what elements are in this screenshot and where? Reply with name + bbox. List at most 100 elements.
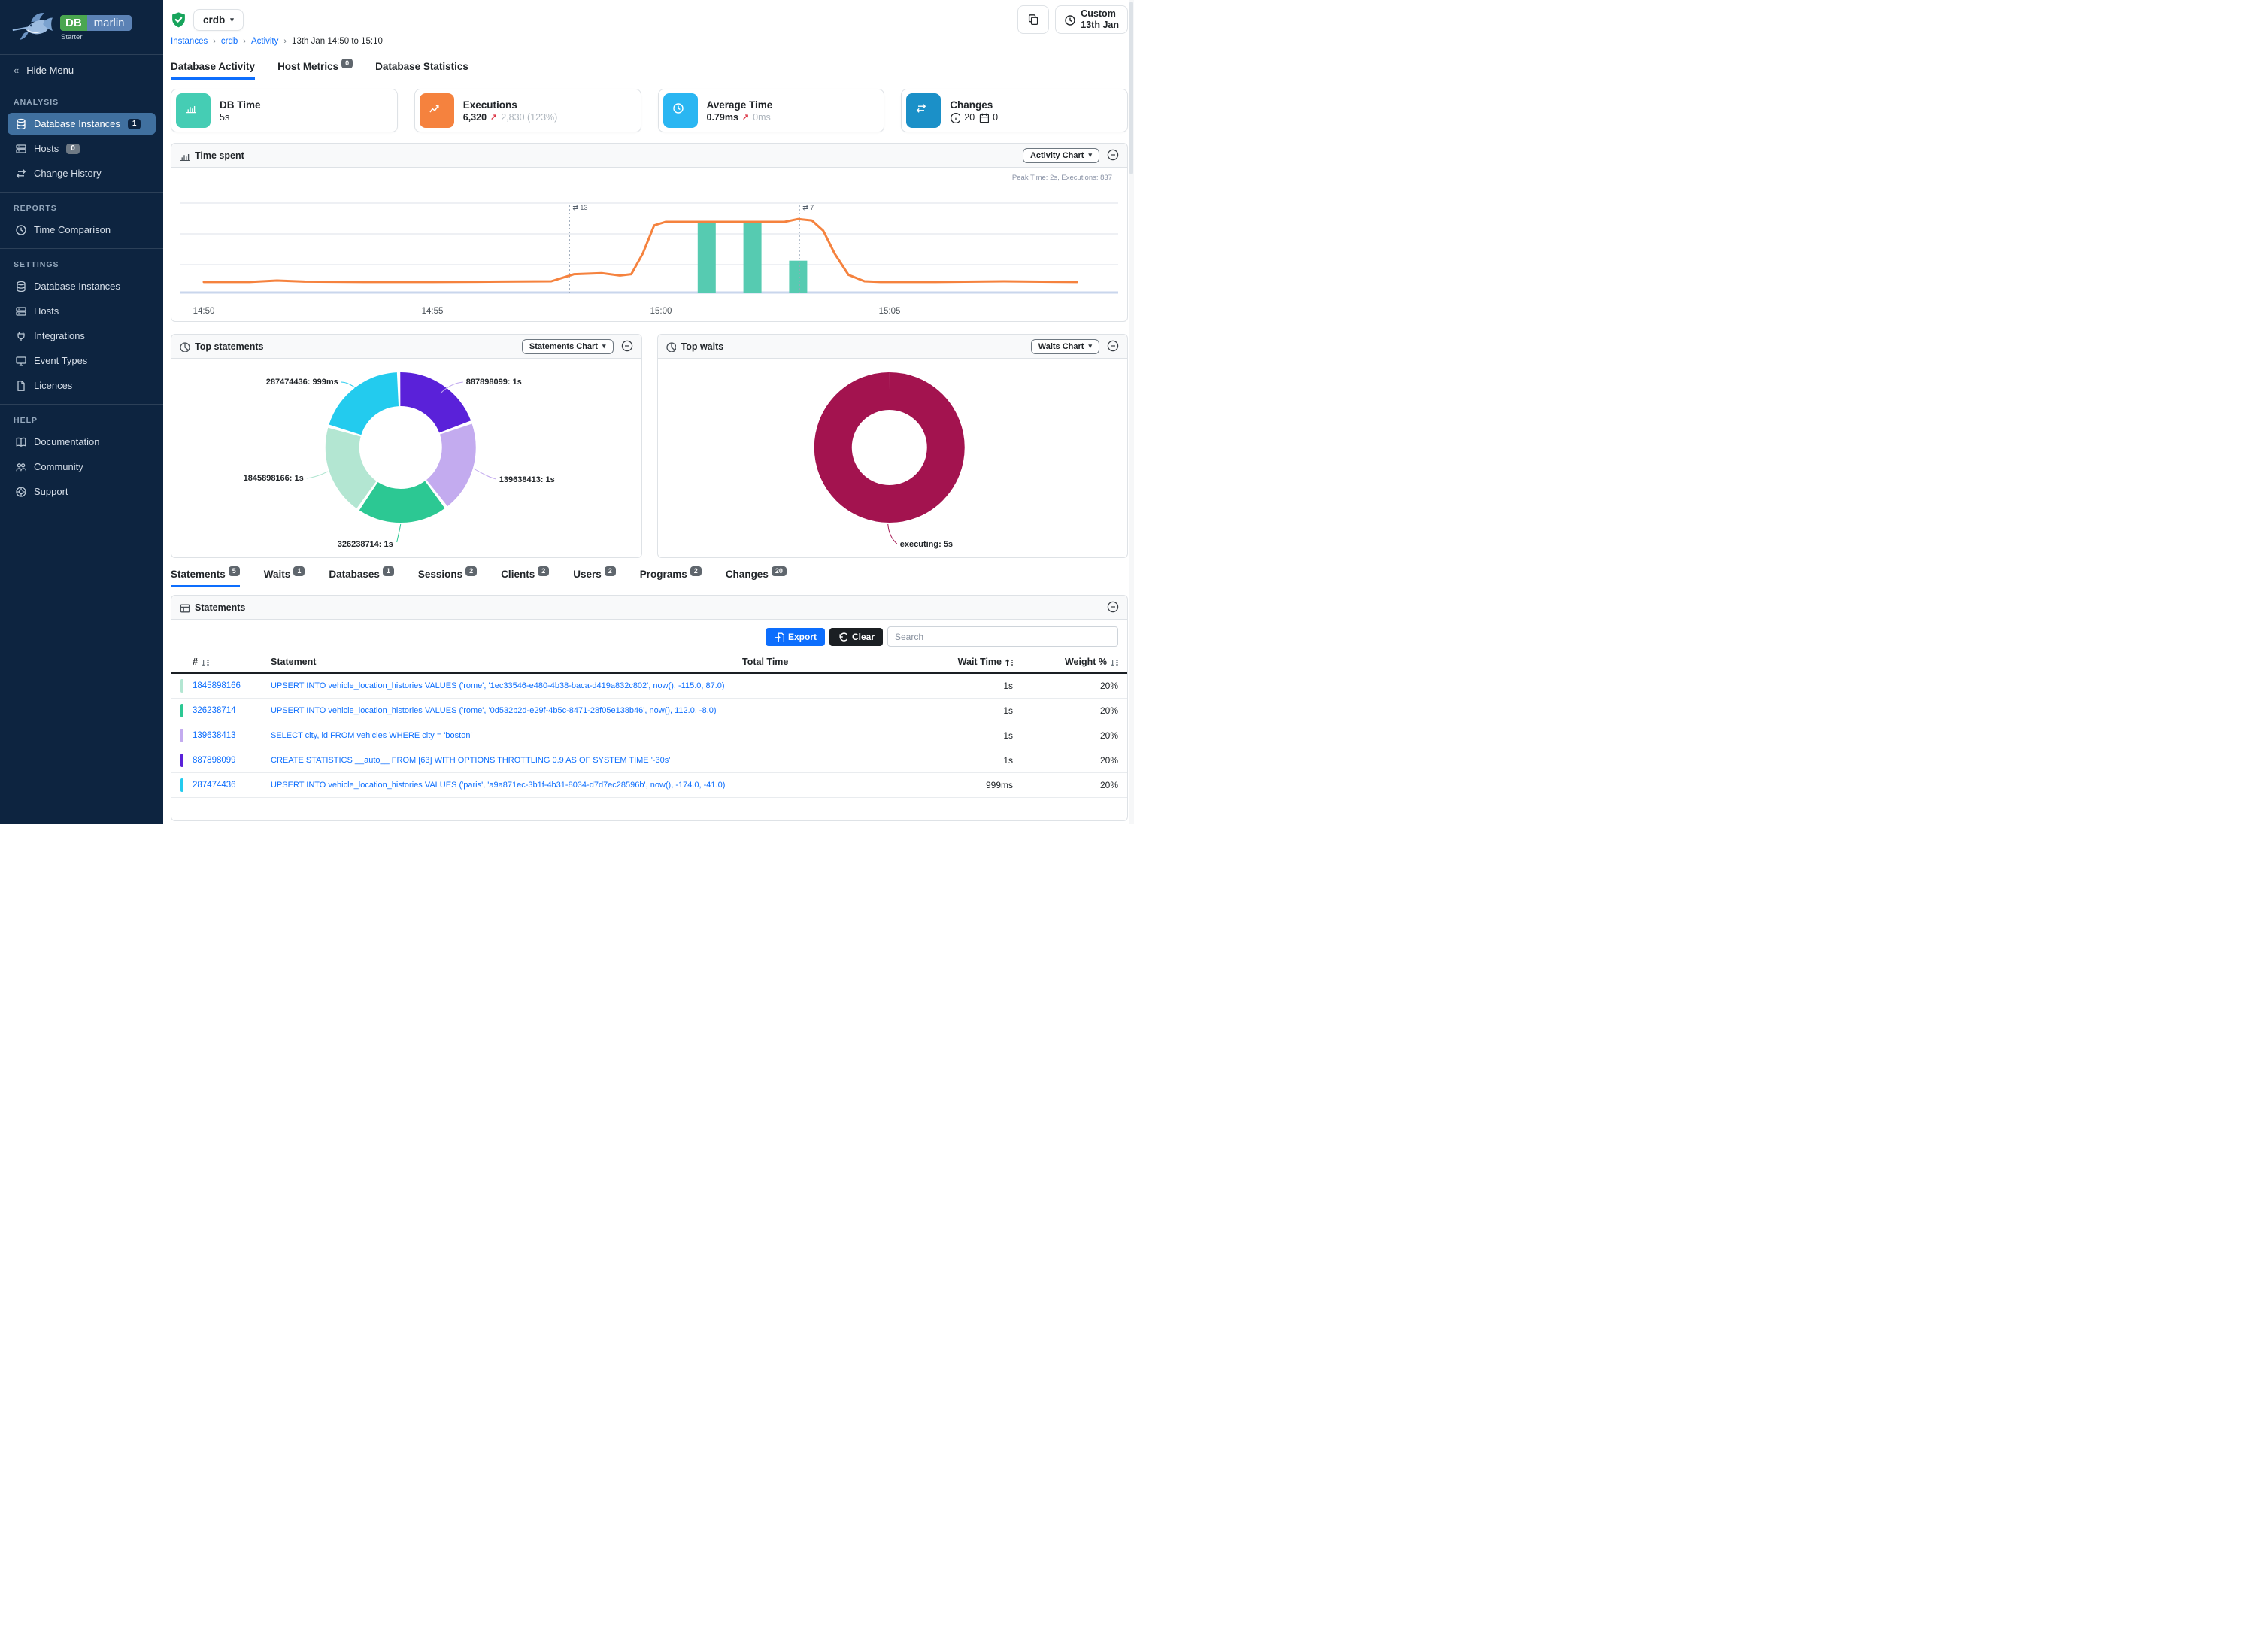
sidebar-item-label: Hosts bbox=[34, 305, 59, 317]
top-waits-panel: Top waits Waits Chart▾ executing: 5s bbox=[657, 334, 1129, 558]
tab-waits[interactable]: Waits1 bbox=[264, 569, 305, 587]
total-time-bar bbox=[742, 754, 863, 767]
tab-database-statistics[interactable]: Database Statistics bbox=[375, 61, 468, 80]
sidebar-item-documentation[interactable]: Documentation bbox=[8, 431, 156, 453]
card-delta: 2,830 (123%) bbox=[501, 112, 557, 123]
instance-selector[interactable]: crdb ▾ bbox=[193, 9, 244, 31]
breadcrumb: Instances crdb Activity 13th Jan 14:50 t… bbox=[171, 37, 1128, 53]
card-value: 6,320 bbox=[463, 112, 487, 123]
sidebar-item-settings-hosts[interactable]: Hosts bbox=[8, 300, 156, 322]
panel-header: Top statements Statements Chart▾ bbox=[171, 335, 641, 359]
weight-value: 20% bbox=[1013, 681, 1118, 691]
card-average-time: Average Time 0.79ms ↗ 0ms bbox=[658, 89, 885, 132]
tab-changes[interactable]: Changes20 bbox=[726, 569, 787, 587]
trend-up-icon: ↗ bbox=[742, 112, 749, 122]
waits-chart-dropdown[interactable]: Waits Chart▾ bbox=[1031, 339, 1099, 354]
column-statement[interactable]: Statement bbox=[271, 657, 742, 667]
tab-sessions[interactable]: Sessions2 bbox=[418, 569, 477, 587]
tab-host-metrics[interactable]: Host Metrics0 bbox=[277, 61, 353, 80]
table-icon bbox=[179, 602, 190, 613]
activity-chart[interactable]: ⇄ 13⇄ 714:5014:5515:0015:05 bbox=[180, 171, 1118, 321]
tab-users[interactable]: Users2 bbox=[573, 569, 616, 587]
waits-donut-chart[interactable]: executing: 5s bbox=[658, 359, 1128, 557]
column-total-time[interactable]: Total Time bbox=[742, 657, 863, 667]
statement-sql-link[interactable]: CREATE STATISTICS __auto__ FROM [63] WIT… bbox=[271, 756, 742, 765]
copy-link-button[interactable] bbox=[1017, 5, 1049, 34]
tab-statements[interactable]: Statements5 bbox=[171, 569, 240, 587]
column-wait-time[interactable]: Wait Time bbox=[863, 657, 1013, 667]
breadcrumb-separator-icon bbox=[213, 37, 216, 46]
breadcrumb-crdb[interactable]: crdb bbox=[221, 37, 238, 46]
statement-sql-link[interactable]: UPSERT INTO vehicle_location_histories V… bbox=[271, 681, 742, 690]
search-input[interactable] bbox=[887, 626, 1118, 647]
clock-icon bbox=[1064, 14, 1075, 26]
svg-text:15:05: 15:05 bbox=[879, 307, 901, 316]
database-icon bbox=[15, 118, 26, 129]
statements-donut-chart[interactable]: 287474436: 999ms 887898099: 1s 139638413… bbox=[171, 359, 641, 557]
statement-id-link[interactable]: 887898099 bbox=[193, 756, 271, 765]
statement-id-link[interactable]: 1845898166 bbox=[193, 681, 271, 690]
donut-callout: 287474436: 999ms bbox=[266, 378, 338, 387]
statement-sql-link[interactable]: UPSERT INTO vehicle_location_histories V… bbox=[271, 706, 742, 715]
collapse-panel-button[interactable] bbox=[621, 340, 634, 353]
scrollbar[interactable] bbox=[1129, 0, 1134, 824]
sidebar-item-support[interactable]: Support bbox=[8, 481, 156, 502]
statement-id-link[interactable]: 326238714 bbox=[193, 706, 271, 715]
brand-db: DB bbox=[60, 15, 87, 31]
activity-chart-dropdown[interactable]: Activity Chart▾ bbox=[1023, 148, 1099, 163]
sidebar-item-community[interactable]: Community bbox=[8, 456, 156, 478]
statement-sql-link[interactable]: UPSERT INTO vehicle_location_histories V… bbox=[271, 781, 742, 790]
breadcrumb-instances[interactable]: Instances bbox=[171, 37, 208, 46]
export-icon bbox=[774, 632, 784, 642]
breadcrumb-activity[interactable]: Activity bbox=[251, 37, 278, 46]
tab-badge: 2 bbox=[605, 566, 616, 576]
bar-chart-icon bbox=[176, 93, 211, 128]
peak-annotation: Peak Time: 2s, Executions: 837 bbox=[1012, 174, 1112, 182]
panel-header: Top waits Waits Chart▾ bbox=[658, 335, 1128, 359]
sidebar-item-time-comparison[interactable]: Time Comparison bbox=[8, 219, 156, 241]
sidebar-item-database-instances[interactable]: Database Instances 1 bbox=[8, 113, 156, 135]
sidebar-item-label: Database Instances bbox=[34, 118, 120, 129]
sidebar-item-change-history[interactable]: Change History bbox=[8, 162, 156, 184]
sidebar-item-event-types[interactable]: Event Types bbox=[8, 350, 156, 372]
clear-button[interactable]: Clear bbox=[829, 628, 883, 646]
app-logo[interactable]: DBmarlin Starter bbox=[0, 0, 163, 54]
statement-id-link[interactable]: 287474436 bbox=[193, 781, 271, 790]
collapse-panel-button[interactable] bbox=[1107, 149, 1120, 162]
calendar-icon bbox=[978, 112, 989, 123]
tab-database-activity[interactable]: Database Activity bbox=[171, 61, 255, 80]
minus-circle-icon bbox=[621, 340, 634, 353]
sidebar-item-settings-database-instances[interactable]: Database Instances bbox=[8, 275, 156, 297]
collapse-panel-button[interactable] bbox=[1107, 601, 1120, 614]
statement-id-link[interactable]: 139638413 bbox=[193, 731, 271, 740]
tab-programs[interactable]: Programs2 bbox=[640, 569, 702, 587]
column-weight[interactable]: Weight % bbox=[1013, 657, 1118, 667]
wait-time-value: 1s bbox=[863, 681, 1013, 691]
statement-sql-link[interactable]: SELECT city, id FROM vehicles WHERE city… bbox=[271, 731, 742, 740]
hide-menu-button[interactable]: « Hide Menu bbox=[0, 55, 163, 86]
collapse-panel-button[interactable] bbox=[1107, 340, 1120, 353]
weight-value: 20% bbox=[1013, 780, 1118, 790]
panel-title: Top statements bbox=[195, 341, 263, 352]
scrollbar-thumb[interactable] bbox=[1129, 2, 1133, 174]
monitor-icon bbox=[15, 355, 26, 366]
sidebar-item-licences[interactable]: Licences bbox=[8, 375, 156, 396]
export-button[interactable]: Export bbox=[766, 628, 825, 646]
sidebar-item-label: Event Types bbox=[34, 355, 87, 366]
clock-icon bbox=[663, 93, 698, 128]
sidebar-item-integrations[interactable]: Integrations bbox=[8, 325, 156, 347]
tab-clients[interactable]: Clients2 bbox=[501, 569, 549, 587]
tab-databases[interactable]: Databases1 bbox=[329, 569, 394, 587]
sidebar-item-hosts[interactable]: Hosts 0 bbox=[8, 138, 156, 159]
sidebar: DBmarlin Starter « Hide Menu ANALYSIS Da… bbox=[0, 0, 163, 824]
swap-icon bbox=[906, 93, 941, 128]
table-toolbar: Export Clear bbox=[171, 620, 1127, 651]
sort-icon bbox=[198, 657, 209, 667]
time-range-button[interactable]: Custom 13th Jan bbox=[1055, 5, 1128, 34]
statement-color-chip bbox=[180, 679, 183, 693]
column-id[interactable]: # bbox=[193, 657, 271, 667]
tab-badge: 20 bbox=[772, 566, 787, 576]
statements-chart-dropdown[interactable]: Statements Chart▾ bbox=[522, 339, 614, 354]
time-range-date: 13th Jan bbox=[1081, 20, 1119, 31]
card-title: Average Time bbox=[707, 99, 773, 111]
